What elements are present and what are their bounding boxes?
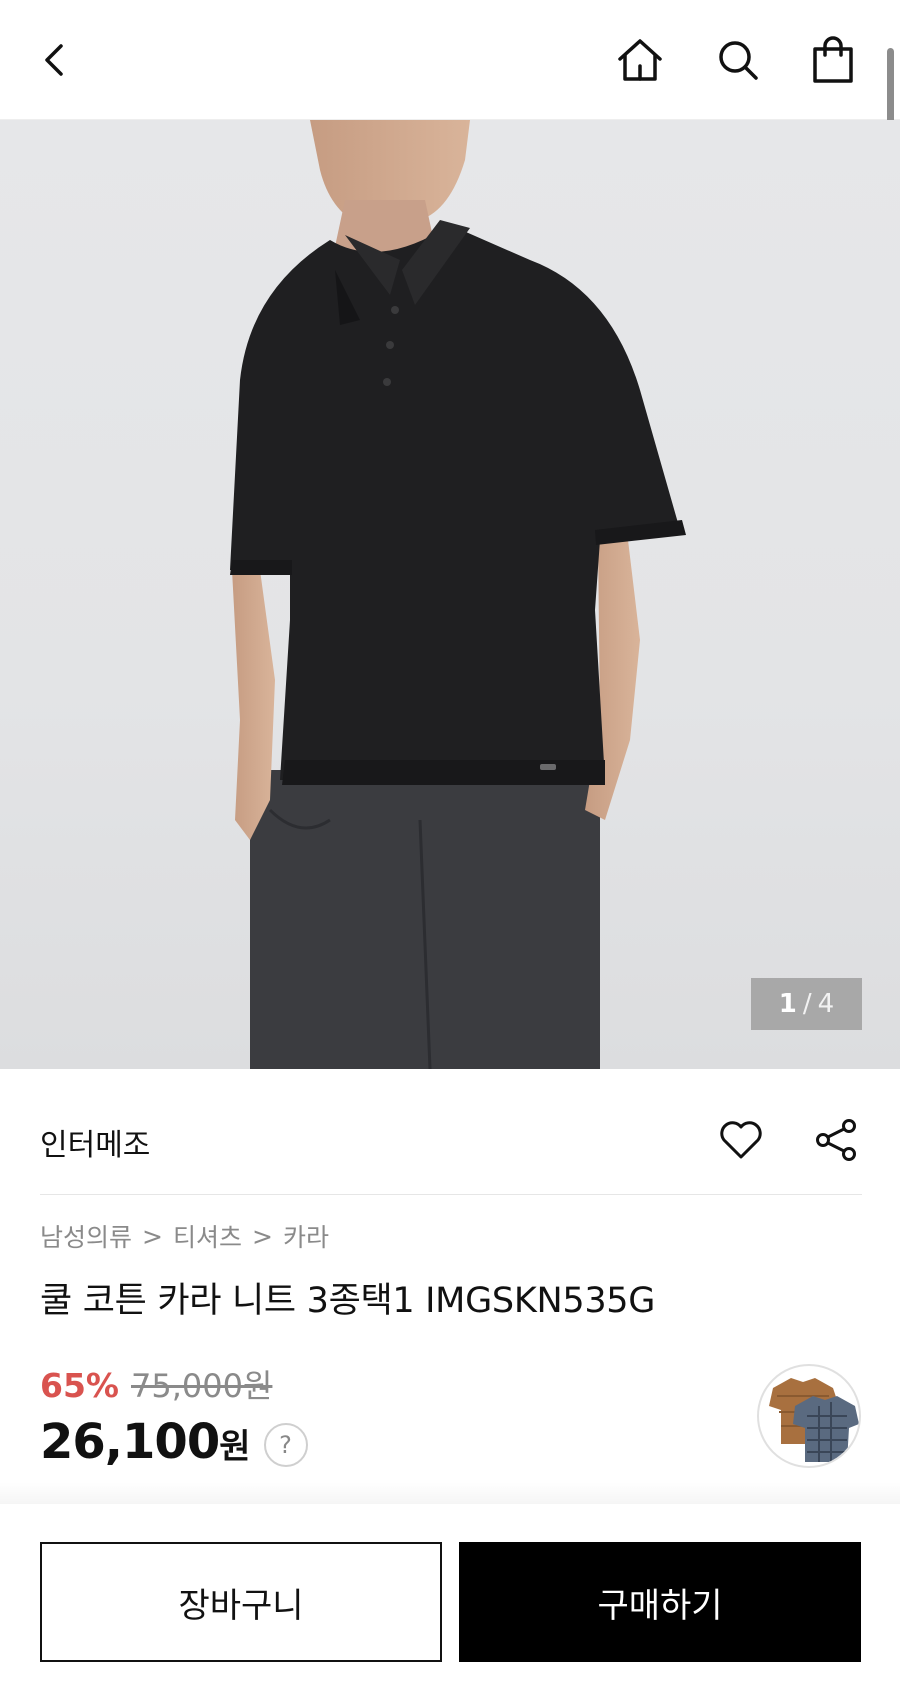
sale-price-row: 26,100원 ? [40,1414,308,1470]
price-discount-row: 65% 75,000원 [40,1361,272,1407]
brand-name[interactable]: 인터메조 [40,1120,150,1164]
shirt-thumbnail-image [769,1378,859,1462]
sale-price: 26,100원 [40,1414,251,1470]
color-options-thumbnail[interactable] [757,1364,861,1468]
image-counter: 1 / 4 [751,978,862,1030]
search-button[interactable] [708,30,768,90]
share-icon [816,1119,856,1161]
buy-now-button[interactable]: 구매하기 [459,1542,861,1662]
breadcrumb-item-collar[interactable]: 카라 [283,1218,329,1254]
shopping-bag-button[interactable] [803,30,863,90]
home-button[interactable] [610,30,670,90]
share-button[interactable] [806,1108,866,1172]
add-to-cart-button[interactable]: 장바구니 [40,1542,442,1662]
breadcrumb-separator: > [142,1221,163,1251]
product-photo [230,120,686,1069]
heart-icon [720,1121,762,1159]
home-icon [618,39,662,81]
search-icon [719,41,758,80]
product-image-gallery[interactable]: 1 / 4 [0,120,900,1069]
image-counter-current: 1 [778,989,797,1019]
sale-price-number: 26,100 [40,1414,220,1470]
image-counter-separator: / [802,989,812,1019]
chevron-left-icon [45,44,63,76]
breadcrumb-item-tshirts[interactable]: 티셔츠 [173,1218,242,1254]
image-counter-total: 4 [817,989,835,1019]
breadcrumb-item-mens-clothing[interactable]: 남성의류 [40,1218,132,1254]
discount-rate: 65% [40,1366,119,1405]
wishlist-button[interactable] [711,1108,771,1172]
bottom-bar-shadow [0,1482,900,1504]
top-nav-bar [0,0,900,120]
product-title: 쿨 코튼 카라 니트 3종택1 IMGSKN535G [40,1281,656,1321]
back-button[interactable] [25,30,85,90]
price-help-button[interactable]: ? [263,1423,308,1467]
breadcrumb-separator: > [251,1221,273,1251]
sale-price-unit: 원 [219,1427,250,1467]
shopping-bag-icon [813,36,853,83]
original-price: 75,000원 [131,1367,273,1405]
section-divider [40,1194,862,1195]
category-breadcrumb: 남성의류 > 티셔츠 > 카라 [40,1216,329,1256]
